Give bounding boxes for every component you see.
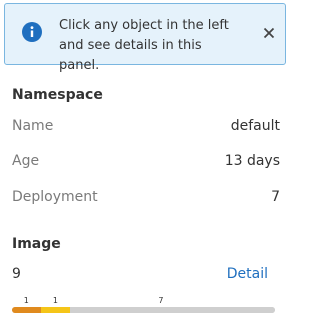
close-icon[interactable]: [263, 27, 275, 39]
namespace-name-value: default: [230, 118, 280, 134]
image-progress-bar: [12, 307, 275, 313]
info-banner: Click any object in the left and see det…: [4, 3, 286, 73]
bar-segment: [12, 307, 42, 313]
image-section-title: Image: [12, 236, 61, 252]
namespace-age-label: Age: [12, 153, 40, 169]
info-icon: [22, 22, 42, 42]
bar-segment-label: 1: [23, 296, 29, 305]
info-banner-text: Click any object in the left and see det…: [59, 18, 229, 73]
image-bar-labels: 1 1 7: [12, 296, 275, 306]
namespace-deployment-label: Deployment: [12, 189, 98, 205]
image-count: 9: [12, 266, 21, 282]
namespace-name-label: Name: [12, 118, 54, 134]
namespace-deployment-value: 7: [271, 189, 280, 205]
bar-segment-label: 1: [52, 296, 58, 305]
details-panel: Click any object in the left and see det…: [0, 0, 294, 335]
bar-segment: [70, 307, 275, 313]
detail-link[interactable]: Detail: [227, 266, 268, 282]
namespace-age-value: 13 days: [224, 153, 280, 169]
bar-segment-label: 7: [158, 296, 164, 305]
bar-segment: [41, 307, 71, 313]
namespace-section-title: Namespace: [12, 87, 103, 103]
